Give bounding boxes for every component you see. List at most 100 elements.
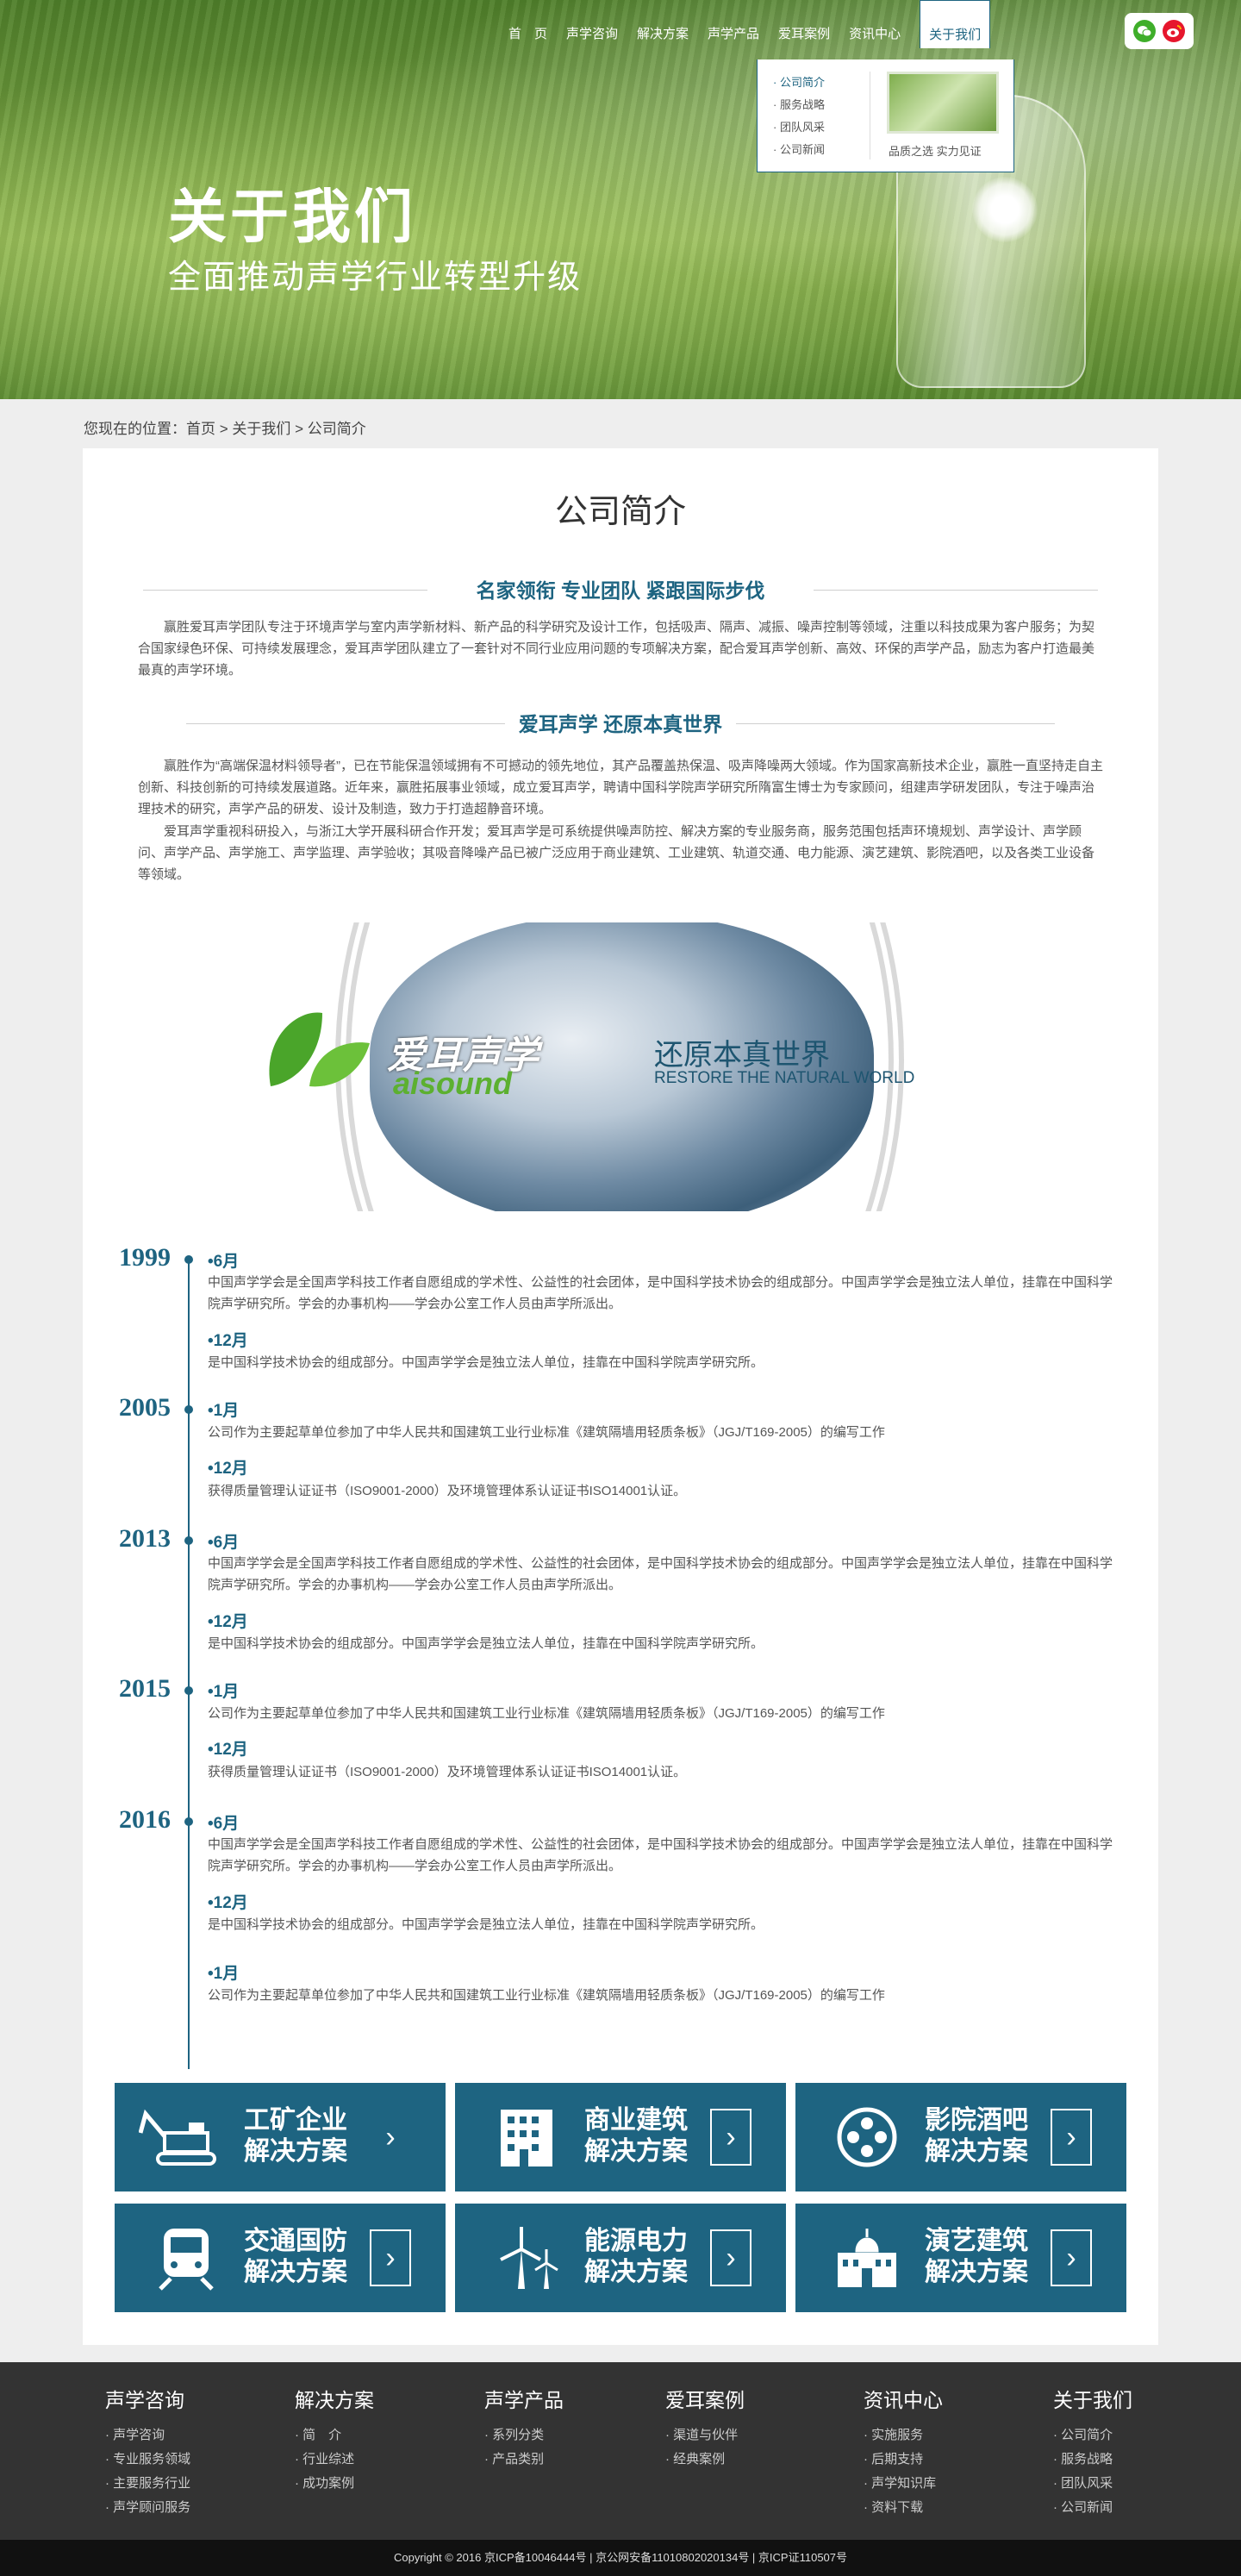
wechat-icon[interactable]: [1133, 20, 1156, 42]
footer-link[interactable]: · 专业服务领域: [105, 2448, 190, 2472]
section-heading-2-text: 爱耳声学 还原本真世界: [518, 713, 723, 735]
footer-link[interactable]: · 成功案例: [295, 2472, 374, 2496]
dropdown-item-strategy[interactable]: · 服务战略: [773, 94, 825, 116]
hero-title: 关于我们: [168, 184, 417, 250]
footer-link[interactable]: · 公司新闻: [1053, 2496, 1132, 2520]
excavator-icon: [139, 2104, 234, 2170]
solution-tile-energy[interactable]: 能源电力 解决方案 ›: [455, 2204, 786, 2312]
footer-link[interactable]: · 系列分类: [484, 2423, 564, 2448]
section-2-paragraph-1: 赢胜作为“高端保温材料领导者”，已在节能保温领域拥有不可撼动的领先地位，其产品覆…: [138, 759, 1103, 816]
footer-column-title[interactable]: 声学咨询: [105, 2384, 190, 2413]
footer-column-solutions: 解决方案 · 简 介 · 行业综述 · 成功案例: [295, 2384, 374, 2496]
timeline-dot: [184, 1817, 193, 1826]
timeline-event: 中国声学学会是全国声学科技工作者自愿组成的学术性、公益性的社会团体，是中国科学技…: [208, 1556, 1113, 1592]
footer-link[interactable]: · 主要服务行业: [105, 2472, 190, 2496]
footer-link[interactable]: · 服务战略: [1053, 2448, 1132, 2472]
solution-tile-industrial[interactable]: 工矿企业 解决方案 ›: [115, 2083, 446, 2191]
timeline-dot: [184, 1255, 193, 1264]
footer-column-title[interactable]: 解决方案: [295, 2384, 374, 2413]
solution-title: 影院酒吧: [925, 2106, 1028, 2135]
dropdown-thumbnail[interactable]: [887, 72, 999, 134]
footer-link[interactable]: · 产品类别: [484, 2448, 564, 2472]
dropdown-item-team[interactable]: · 团队风采: [773, 116, 825, 139]
solution-tile-commercial[interactable]: 商业建筑 解决方案 ›: [455, 2083, 786, 2191]
nav-item-products[interactable]: 声学产品: [708, 19, 759, 48]
timeline-year: 1999: [119, 1243, 171, 1272]
nav-item-news[interactable]: 资讯中心: [849, 19, 901, 48]
footer-column-products: 声学产品 · 系列分类 · 产品类别: [484, 2384, 564, 2472]
nav-item-about[interactable]: 关于我们: [920, 0, 991, 48]
chevron-right-icon: ›: [385, 2120, 396, 2154]
timeline-month: •12月: [208, 1741, 248, 1759]
section-heading-1-text: 名家领衔 专业团队 紧跟国际步伐: [476, 579, 765, 602]
hero-banner: 关于我们 全面推动声学行业转型升级: [0, 0, 1241, 399]
dandelion-image: [972, 177, 1038, 242]
slogan-en: RESTORE THE NATURAL WORLD: [654, 1069, 915, 1087]
solution-title: 交通国防: [244, 2227, 347, 2255]
footer-link[interactable]: · 后期支持: [864, 2448, 943, 2472]
theater-icon: [820, 2225, 914, 2291]
solution-subtitle: 解决方案: [244, 2258, 347, 2286]
footer-link[interactable]: · 渠道与伙伴: [665, 2423, 745, 2448]
timeline-axis: [188, 1259, 190, 2069]
section-2-paragraph-2: 爱耳声学重视科研投入，与浙江大学开展科研合作开发；爱耳声学是可系统提供噪声防控、…: [138, 824, 1095, 882]
timeline-event: 是中国科学技术协会的组成部分。中国声学学会是独立法人单位，挂靠在中国科学院声学研…: [208, 1917, 764, 1932]
nav-item-home[interactable]: 首 页: [508, 19, 547, 48]
footer-column-title[interactable]: 声学产品: [484, 2384, 564, 2413]
nav-item-cases[interactable]: 爱耳案例: [778, 19, 830, 48]
timeline-event: 公司作为主要起草单位参加了中华人民共和国建筑工业行业标准《建筑隔墙用轻质条板》（…: [208, 1706, 885, 1721]
chevron-right-icon: ›: [1051, 2229, 1092, 2286]
leaf-logo-icon: [269, 1012, 370, 1087]
solution-title: 演艺建筑: [925, 2227, 1028, 2255]
timeline-month: •12月: [208, 1460, 248, 1478]
social-links: [1125, 13, 1194, 49]
timeline-event: 中国声学学会是全国声学科技工作者自愿组成的学术性、公益性的社会团体，是中国科学技…: [208, 1837, 1113, 1873]
timeline-month: •1月: [208, 1683, 240, 1701]
solution-subtitle: 解决方案: [925, 2258, 1028, 2286]
building-icon: [479, 2104, 574, 2170]
footer-column-title[interactable]: 关于我们: [1053, 2384, 1132, 2413]
weibo-icon[interactable]: [1163, 20, 1185, 42]
solution-tile-theater[interactable]: 演艺建筑 解决方案 ›: [795, 2204, 1126, 2312]
timeline-year: 2016: [119, 1805, 171, 1834]
timeline-month: •1月: [208, 1402, 240, 1420]
brand-globe-banner: 爱耳声学 aisound 还原本真世界 RESTORE THE NATURAL …: [167, 922, 1072, 1211]
hero-subtitle: 全面推动声学行业转型升级: [168, 259, 583, 296]
footer-link[interactable]: · 声学知识库: [864, 2472, 943, 2496]
solution-tile-cinema[interactable]: 影院酒吧 解决方案 ›: [795, 2083, 1126, 2191]
train-icon: [139, 2225, 234, 2291]
footer-link[interactable]: · 团队风采: [1053, 2472, 1132, 2496]
chevron-right-icon: ›: [1051, 2109, 1092, 2166]
footer-link[interactable]: · 经典案例: [665, 2448, 745, 2472]
footer-column-about: 关于我们 · 公司简介 · 服务战略 · 团队风采 · 公司新闻: [1053, 2384, 1132, 2520]
about-dropdown-menu: · 公司简介 · 服务战略 · 团队风采 · 公司新闻 品质之选 实力见证: [757, 59, 1014, 172]
footer-link[interactable]: · 声学顾问服务: [105, 2496, 190, 2520]
footer-column-title[interactable]: 资讯中心: [864, 2384, 943, 2413]
brand-name-en: aisound: [393, 1066, 513, 1101]
timeline-month: •1月: [208, 1965, 240, 1983]
dropdown-item-profile[interactable]: · 公司简介: [773, 72, 825, 94]
timeline-dot: [184, 1405, 193, 1414]
timeline-event: 是中国科学技术协会的组成部分。中国声学学会是独立法人单位，挂靠在中国科学院声学研…: [208, 1636, 764, 1651]
solution-tile-transport[interactable]: 交通国防 解决方案 ›: [115, 2204, 446, 2312]
nav-item-solutions[interactable]: 解决方案: [637, 19, 689, 48]
timeline-month: •6月: [208, 1534, 240, 1552]
film-reel-icon: [820, 2104, 914, 2170]
solution-subtitle: 解决方案: [925, 2137, 1028, 2166]
footer-link[interactable]: · 行业综述: [295, 2448, 374, 2472]
timeline-year: 2015: [119, 1674, 171, 1703]
nav-item-consulting[interactable]: 声学咨询: [566, 19, 618, 48]
dropdown-item-news[interactable]: · 公司新闻: [773, 139, 825, 161]
chevron-right-icon: ›: [710, 2109, 751, 2166]
footer-link[interactable]: · 资料下载: [864, 2496, 943, 2520]
timeline-event: 中国声学学会是全国声学科技工作者自愿组成的学术性、公益性的社会团体，是中国科学技…: [208, 1275, 1113, 1311]
solution-subtitle: 解决方案: [584, 2137, 688, 2166]
solution-title: 商业建筑: [584, 2106, 688, 2135]
timeline-event: 获得质量管理认证证书（ISO9001-2000）及环境管理体系认证证书ISO14…: [208, 1765, 687, 1779]
footer-link[interactable]: · 公司简介: [1053, 2423, 1132, 2448]
footer-link[interactable]: · 简 介: [295, 2423, 374, 2448]
footer-column-title[interactable]: 爱耳案例: [665, 2384, 745, 2413]
timeline-event: 公司作为主要起草单位参加了中华人民共和国建筑工业行业标准《建筑隔墙用轻质条板》（…: [208, 1988, 885, 2003]
footer-link[interactable]: · 实施服务: [864, 2423, 943, 2448]
footer-link[interactable]: · 声学咨询: [105, 2423, 190, 2448]
